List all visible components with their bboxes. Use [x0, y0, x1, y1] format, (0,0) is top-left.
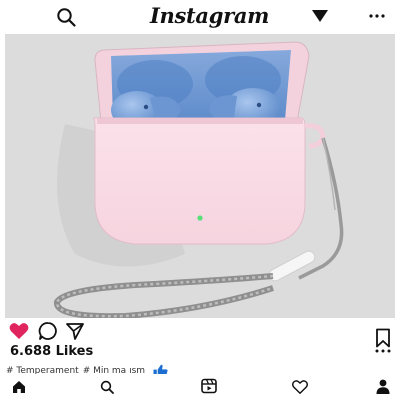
home-icon[interactable]: [9, 378, 29, 396]
search-icon[interactable]: [55, 6, 77, 28]
comment-icon[interactable]: [37, 320, 59, 342]
share-paper-plane-icon[interactable]: [64, 320, 86, 342]
instagram-post-screen: Instagram 6.688 Likes # Temperament # Mi…: [0, 0, 400, 400]
post-image[interactable]: [5, 34, 395, 318]
more-horizontal-icon[interactable]: [366, 8, 388, 24]
caret-down-icon[interactable]: [310, 8, 330, 24]
more-horizontal-icon[interactable]: [372, 344, 394, 358]
likes-count[interactable]: 6.688 Likes: [10, 344, 93, 359]
airpods-case-illustration: [54, 41, 344, 318]
search-icon[interactable]: [97, 377, 117, 397]
profile-icon[interactable]: [373, 376, 393, 396]
heart-icon[interactable]: [290, 377, 310, 397]
app-logo[interactable]: Instagram: [150, 2, 269, 30]
reels-icon[interactable]: [198, 376, 220, 396]
like-heart-icon[interactable]: [8, 320, 30, 342]
